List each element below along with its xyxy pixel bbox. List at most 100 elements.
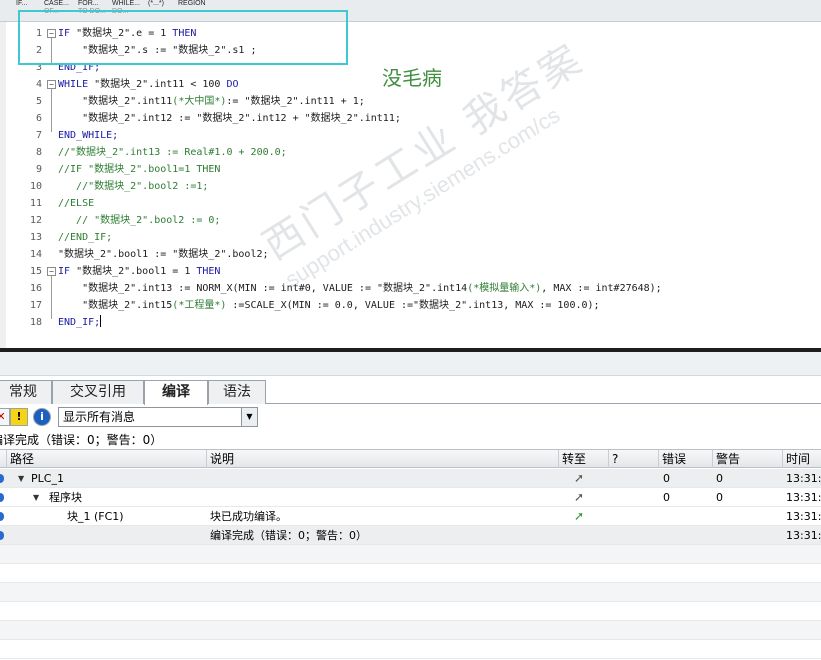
table-header: 路径 说明 转至 ? 错误 警告 时间	[0, 449, 821, 468]
code-text: //END_IF;	[58, 229, 112, 246]
comment-token: //ELSE	[58, 198, 95, 209]
goto-arrow-icon[interactable]: ➚	[574, 472, 586, 484]
code-token: , MAX := int#27648);	[541, 283, 662, 294]
line-number: 4	[35, 79, 42, 90]
code-token: "数据块_2".bool1 := "数据块_2".bool2;	[58, 249, 269, 260]
code-line[interactable]: 11 //ELSE	[0, 195, 821, 212]
column-header-description[interactable]: 说明	[206, 450, 558, 468]
empty-row	[0, 640, 821, 659]
code-text: //ELSE	[58, 195, 94, 212]
tab-compile[interactable]: 编译	[144, 380, 208, 405]
keyword-token: WHILE	[58, 79, 95, 90]
line-number: 17	[29, 300, 42, 311]
column-header-warnings[interactable]: 警告	[712, 450, 782, 468]
goto-arrow-icon[interactable]: ➚	[574, 491, 586, 503]
code-text: END_IF;	[58, 314, 102, 331]
column-header-time[interactable]: 时间	[782, 450, 821, 468]
chevron-down-icon[interactable]: ▼	[241, 408, 257, 426]
line-number: 11	[29, 198, 42, 209]
line-number: 14	[29, 249, 42, 260]
empty-row	[0, 545, 821, 564]
warning-filter-icon[interactable]: !	[10, 408, 28, 426]
code-line[interactable]: 13 //END_IF;	[0, 229, 821, 246]
code-line[interactable]: 12 // "数据块_2".bool2 := 0;	[0, 212, 821, 229]
code-line[interactable]: 9 //IF "数据块_2".bool1=1 THEN	[0, 161, 821, 178]
goto-arrow-icon[interactable]: ➚	[574, 510, 586, 522]
code-text: "数据块_2".bool1 := "数据块_2".bool2;	[58, 246, 269, 263]
line-number: 6	[35, 113, 42, 124]
line-number: 13	[29, 232, 42, 243]
code-editor[interactable]: 1− IF "数据块_2".e = 1 THEN 2 "数据块_2".s := "数…	[0, 22, 821, 348]
code-line[interactable]: 18 END_IF;	[0, 314, 821, 331]
code-text: "数据块_2".int13 := NORM_X(MIN := int#0, VA…	[58, 280, 662, 297]
code-token: "数据块_2".bool1 = 1	[76, 266, 197, 277]
status-icon	[0, 474, 4, 483]
table-row[interactable]: ▼ PLC_1 ➚ 0 0 13:31:	[0, 469, 821, 488]
column-header-help[interactable]: ?	[608, 450, 658, 468]
code-token: "数据块_2".int12 := "数据块_2".int12 + "数据块_2"…	[58, 113, 401, 124]
column-header-errors[interactable]: 错误	[658, 450, 712, 468]
inspector-tabs: 常规 交叉引用 编译 语法	[0, 378, 821, 405]
tab-general[interactable]: 常规	[0, 380, 52, 404]
info-filter-icon[interactable]: i	[33, 408, 51, 426]
keyword-token: END_IF;	[58, 317, 101, 328]
line-number: 12	[29, 215, 42, 226]
code-text: // "数据块_2".bool2 := 0;	[58, 212, 220, 229]
column-header-path[interactable]: 路径	[6, 450, 206, 468]
compile-summary: 编译完成（错误：0；警告：0）	[0, 433, 163, 447]
code-token: :=SCALE_X(MIN := 0.0, VALUE :="数据块_2".in…	[226, 300, 600, 311]
line-number: 18	[29, 317, 42, 328]
comment-token: (*大中国*)	[172, 96, 227, 107]
empty-row	[0, 602, 821, 621]
error-filter-icon[interactable]: ✕	[0, 408, 10, 426]
code-line[interactable]: 16 "数据块_2".int13 := NORM_X(MIN := int#0,…	[0, 280, 821, 297]
code-text: //"数据块_2".bool2 :=1;	[58, 178, 208, 195]
code-text: IF "数据块_2".bool1 = 1 THEN	[58, 263, 220, 280]
code-text: "数据块_2".int11(*大中国*):= "数据块_2".int11 + 1…	[58, 93, 365, 110]
line-number: 15	[29, 266, 42, 277]
line-number: 10	[29, 181, 42, 192]
comment-token: //END_IF;	[58, 232, 113, 243]
message-filter-select[interactable]: 显示所有消息 ▼	[58, 407, 258, 427]
text-caret	[100, 315, 102, 327]
comment-token: //IF "数据块_2".bool1=1 THEN	[58, 164, 221, 175]
collapse-triangle-icon[interactable]: ▼	[33, 488, 39, 507]
fold-toggle-icon[interactable]: −	[47, 80, 56, 89]
code-line[interactable]: 15− IF "数据块_2".bool1 = 1 THEN	[0, 263, 821, 280]
fold-toggle-icon[interactable]: −	[47, 267, 56, 276]
empty-row	[0, 621, 821, 640]
code-token: "数据块_2".int13 := NORM_X(MIN := int#0, VA…	[58, 283, 468, 294]
empty-row	[0, 564, 821, 583]
code-line[interactable]: 7 END_WHILE;	[0, 127, 821, 144]
highlight-box	[18, 10, 348, 65]
tab-syntax[interactable]: 语法	[208, 380, 266, 404]
code-line[interactable]: 8 //"数据块_2".int13 := Real#1.0 + 200.0;	[0, 144, 821, 161]
message-filter-bar: ✕ ! i 显示所有消息 ▼	[0, 405, 821, 429]
keyword-token: THEN	[196, 266, 221, 277]
code-line[interactable]: 17 "数据块_2".int15(*工程量*) :=SCALE_X(MIN :=…	[0, 297, 821, 314]
collapse-triangle-icon[interactable]: ▼	[18, 469, 24, 488]
tab-cross-references[interactable]: 交叉引用	[52, 380, 144, 404]
comment-token: //"数据块_2".bool2 :=1;	[58, 181, 209, 192]
horizontal-scrollbar[interactable]	[0, 352, 821, 376]
comment-token: // "数据块_2".bool2 := 0;	[58, 215, 221, 226]
code-token: "数据块_2".int11	[58, 96, 173, 107]
keyword-token: END_WHILE;	[58, 130, 119, 141]
table-row[interactable]: 块_1 (FC1) 块已成功编译。 ➚ 13:31:	[0, 507, 821, 526]
column-header-goto[interactable]: 转至	[558, 450, 608, 468]
code-line[interactable]: 6 "数据块_2".int12 := "数据块_2".int12 + "数据块_…	[0, 110, 821, 127]
code-text: END_WHILE;	[58, 127, 118, 144]
code-text: //IF "数据块_2".bool1=1 THEN	[58, 161, 220, 178]
code-text: WHILE "数据块_2".int11 < 100 DO	[58, 76, 239, 93]
fold-rail	[51, 276, 52, 319]
code-text: "数据块_2".int15(*工程量*) :=SCALE_X(MIN := 0.…	[58, 297, 600, 314]
line-number: 9	[35, 164, 42, 175]
table-row[interactable]: 编译完成（错误：0；警告：0） 13:31:	[0, 526, 821, 545]
status-icon	[0, 493, 4, 502]
code-line[interactable]: 14 "数据块_2".bool1 := "数据块_2".bool2;	[0, 246, 821, 263]
code-line[interactable]: 5 "数据块_2".int11(*大中国*):= "数据块_2".int11 +…	[0, 93, 821, 110]
code-line[interactable]: 10 //"数据块_2".bool2 :=1;	[0, 178, 821, 195]
table-row[interactable]: ▼ 程序块 ➚ 0 0 13:31:	[0, 488, 821, 507]
keyword-token: DO	[226, 79, 239, 90]
keyword-token: IF	[58, 266, 77, 277]
